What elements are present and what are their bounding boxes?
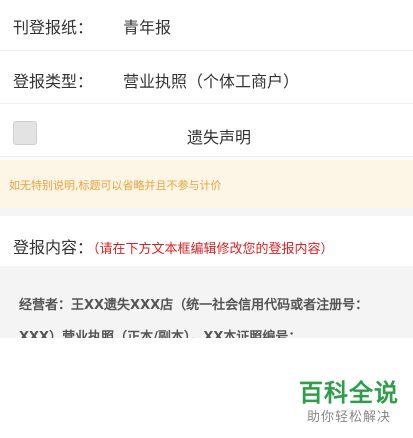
watermark-subtitle: 助你轻松解决 [306,410,391,425]
content-edit-hint: （请在下方文本框编辑修改您的登报内容） [93,242,334,257]
content-text[interactable]: 经营者：王XX遗失XXX店（统一社会信用代码或者注册号：XXX）营业执照（正本/… [19,290,399,338]
divider [0,156,413,157]
watermark-title: 百科全说 [299,379,399,407]
publication-value[interactable]: 青年报 [123,14,171,38]
publication-label: 刊登报纸： [13,18,94,37]
ad-type-value[interactable]: 营业执照（个体工商户） [123,68,299,92]
lost-statement-label: 遗失声明 [187,128,252,147]
bottom-area: 百科全说 助你轻松解决 [0,338,413,438]
ad-type-row[interactable]: 登报类型： 营业执照（个体工商户） [0,51,413,103]
title-hint-bar: 如无特别说明,标题可以省略并且不参与计价 [0,160,413,208]
title-hint-text: 如无特别说明,标题可以省略并且不参与计价 [9,179,222,192]
ad-type-label: 登报类型： [13,72,94,91]
lost-statement-row[interactable]: 遗失声明 [0,104,413,156]
content-label-text: 登报内容： [13,238,94,257]
publication-row[interactable]: 刊登报纸： 青年报 [0,0,413,50]
content-label: 登报内容：（请在下方文本框编辑修改您的登报内容） [13,234,334,258]
lost-statement-checkbox[interactable] [13,121,37,145]
content-textarea[interactable]: 经营者：王XX遗失XXX店（统一社会信用代码或者注册号：XXX）营业执照（正本/… [0,272,413,338]
section-gap [0,208,413,216]
watermark-logo: 百科全说 助你轻松解决 [299,378,399,428]
content-row: 登报内容：（请在下方文本框编辑修改您的登报内容） [0,216,413,266]
